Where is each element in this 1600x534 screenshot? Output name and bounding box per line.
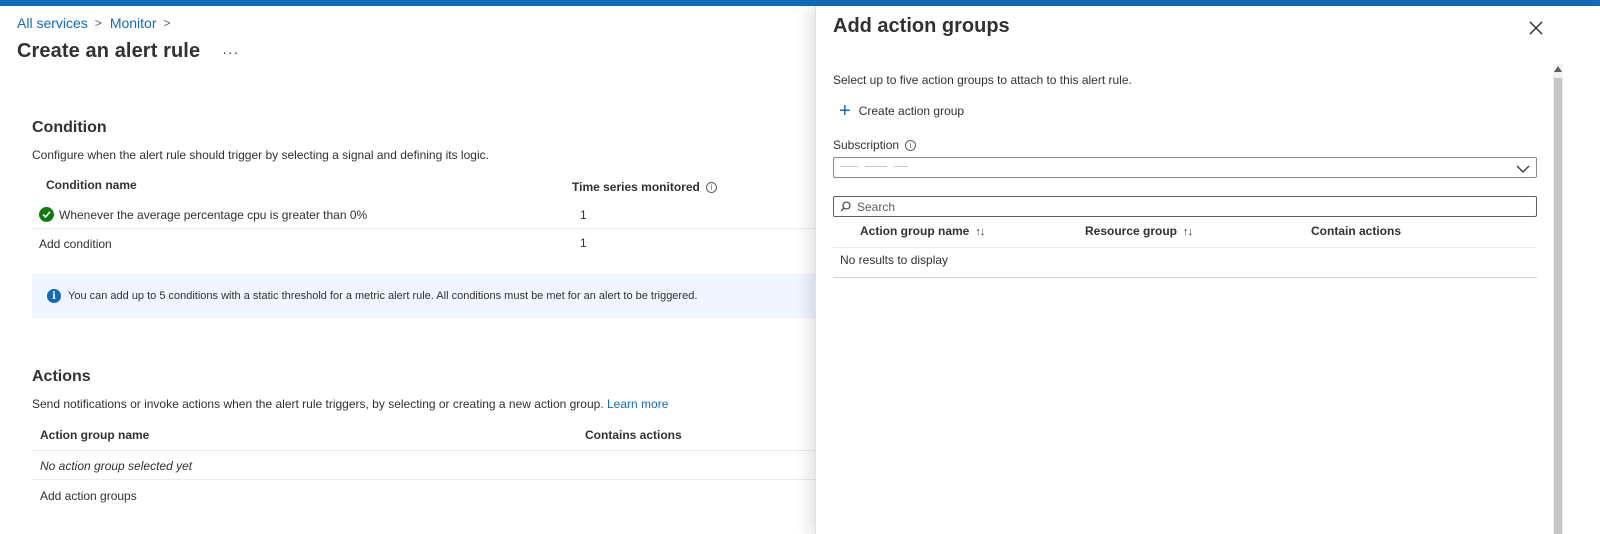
subscription-label: Subscription i bbox=[833, 138, 917, 152]
panel-description: Select up to five action groups to attac… bbox=[833, 73, 1132, 87]
add-action-groups-panel: Add action groups Select up to five acti… bbox=[815, 6, 1600, 534]
breadcrumb-all-services[interactable]: All services bbox=[17, 15, 88, 31]
time-series-header-label: Time series monitored bbox=[572, 180, 700, 194]
main-content: All services > Monitor > Create an alert… bbox=[0, 6, 832, 534]
chevron-down-icon bbox=[1516, 162, 1530, 180]
close-icon[interactable] bbox=[1527, 19, 1545, 37]
info-icon[interactable]: i bbox=[705, 182, 717, 194]
sort-icon[interactable]: ↑↓ bbox=[1183, 226, 1193, 238]
subscription-label-text: Subscription bbox=[833, 138, 900, 152]
condition-name-header: Condition name bbox=[46, 178, 137, 192]
create-action-group-label: Create action group bbox=[858, 104, 965, 118]
more-options-button[interactable]: ··· bbox=[222, 44, 239, 60]
add-condition-time-series-value: 1 bbox=[580, 236, 587, 250]
row-divider bbox=[833, 277, 1537, 278]
search-box[interactable] bbox=[833, 196, 1537, 217]
search-input[interactable] bbox=[857, 199, 1517, 214]
row-divider bbox=[833, 247, 1537, 248]
create-action-group-button[interactable]: + Create action group bbox=[839, 100, 965, 122]
row-divider bbox=[32, 450, 832, 451]
add-condition-link[interactable]: Add condition bbox=[39, 237, 112, 251]
no-action-group-text: No action group selected yet bbox=[40, 459, 193, 473]
breadcrumb: All services > Monitor > bbox=[17, 15, 179, 31]
panel-contain-actions-header: Contain actions bbox=[1311, 224, 1402, 238]
condition-time-series-value: 1 bbox=[580, 208, 587, 222]
panel-resource-group-label: Resource group bbox=[1085, 224, 1178, 238]
actions-description: Send notifications or invoke actions whe… bbox=[32, 397, 668, 411]
condition-description: Configure when the alert rule should tri… bbox=[32, 148, 489, 162]
scroll-up-arrow-icon[interactable] bbox=[1554, 66, 1562, 72]
panel-title: Add action groups bbox=[833, 15, 1010, 37]
info-banner-text: You can add up to 5 conditions with a st… bbox=[68, 290, 698, 302]
info-icon: i bbox=[47, 289, 61, 303]
breadcrumb-separator: > bbox=[94, 16, 102, 30]
learn-more-link[interactable]: Learn more bbox=[607, 397, 668, 411]
search-icon bbox=[840, 201, 851, 212]
actions-description-text: Send notifications or invoke actions whe… bbox=[32, 397, 604, 411]
contains-actions-header: Contains actions bbox=[585, 428, 682, 442]
redacted-subscription-value bbox=[840, 166, 908, 167]
add-action-groups-link[interactable]: Add action groups bbox=[40, 489, 137, 503]
scrollbar-thumb[interactable] bbox=[1554, 78, 1562, 534]
row-divider bbox=[32, 479, 832, 480]
panel-action-group-name-header[interactable]: Action group name ↑↓ bbox=[860, 224, 985, 238]
info-banner: i You can add up to 5 conditions with a … bbox=[32, 274, 832, 318]
panel-action-group-name-label: Action group name bbox=[860, 224, 970, 238]
breadcrumb-separator: > bbox=[163, 16, 171, 30]
action-group-name-header: Action group name bbox=[40, 428, 150, 442]
sort-icon[interactable]: ↑↓ bbox=[975, 226, 985, 238]
subscription-dropdown[interactable] bbox=[833, 157, 1537, 178]
page-title: Create an alert rule bbox=[17, 40, 201, 62]
condition-link[interactable]: Whenever the average percentage cpu is g… bbox=[59, 208, 367, 222]
condition-section-title: Condition bbox=[32, 119, 107, 136]
time-series-header: Time series monitored i bbox=[572, 180, 717, 194]
actions-section-title: Actions bbox=[32, 368, 91, 385]
no-results-text: No results to display bbox=[840, 253, 949, 267]
plus-icon: + bbox=[839, 100, 851, 122]
breadcrumb-monitor[interactable]: Monitor bbox=[110, 15, 157, 31]
panel-scrollbar[interactable] bbox=[1553, 64, 1563, 534]
success-check-icon bbox=[39, 207, 54, 222]
row-divider bbox=[32, 228, 832, 229]
info-icon[interactable]: i bbox=[905, 139, 917, 151]
panel-resource-group-header[interactable]: Resource group ↑↓ bbox=[1085, 224, 1193, 238]
page-title-row: Create an alert rule ··· bbox=[17, 40, 239, 63]
